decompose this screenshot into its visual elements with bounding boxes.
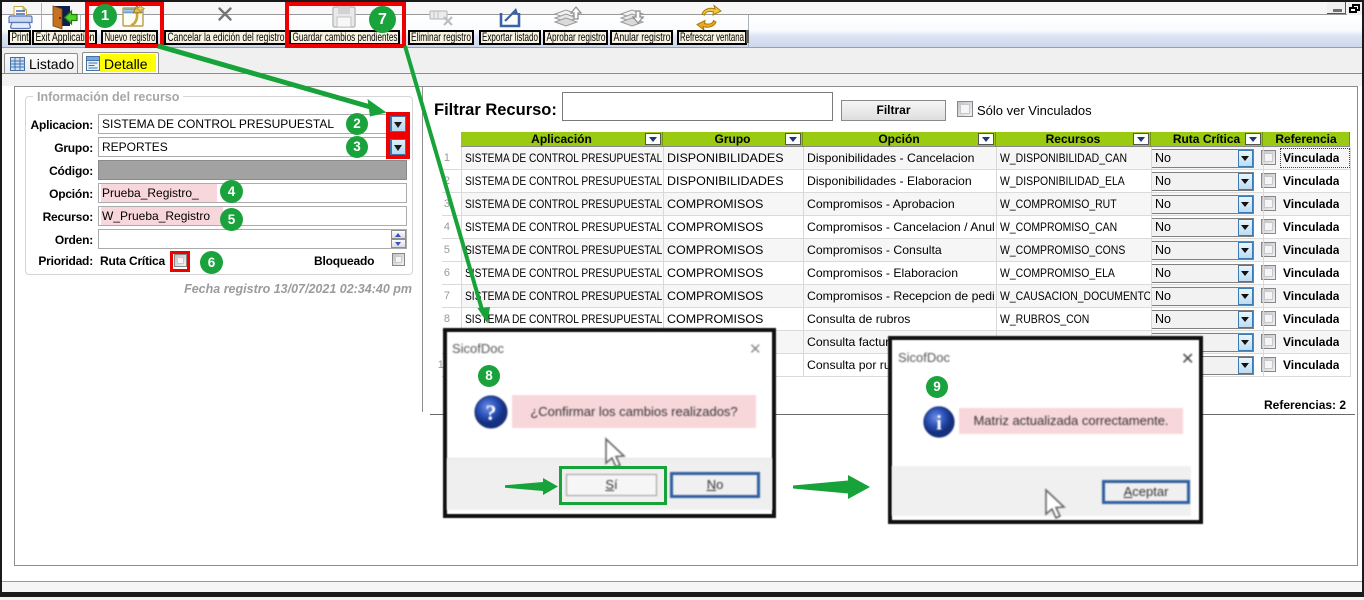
svg-text:i: i [936, 412, 942, 435]
svg-text:?: ? [486, 400, 497, 425]
